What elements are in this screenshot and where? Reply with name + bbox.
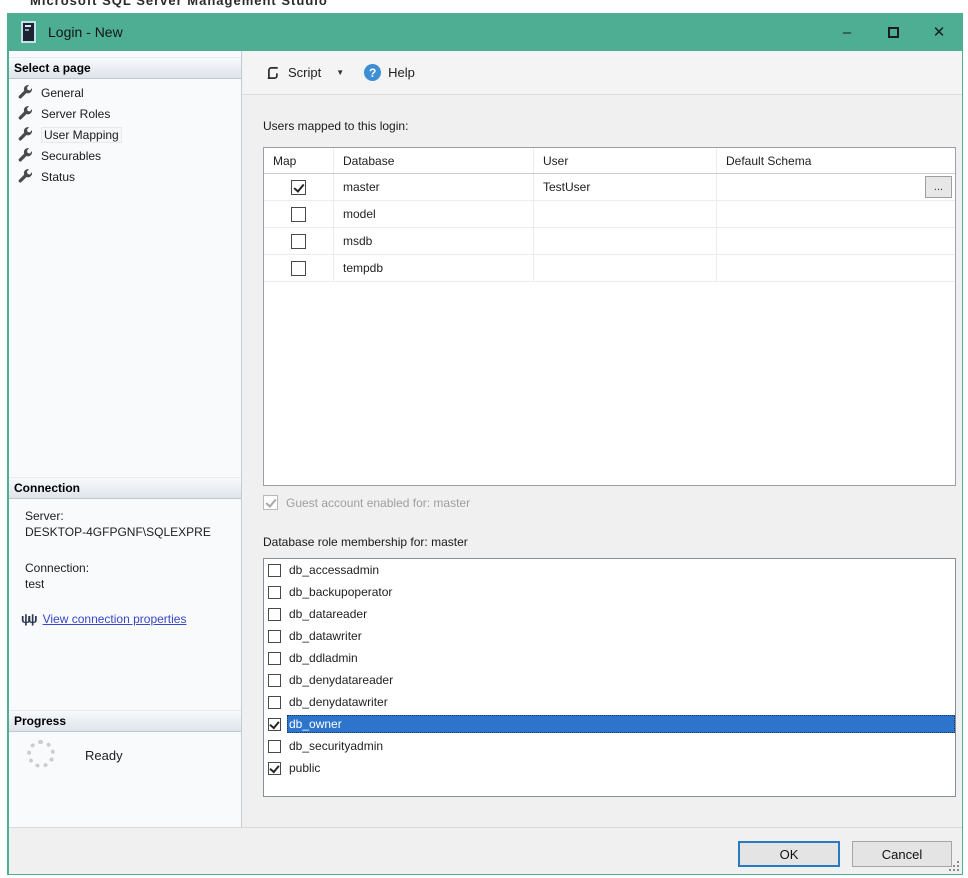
default-schema-cell[interactable]	[717, 174, 955, 200]
database-cell: tempdb	[334, 255, 534, 281]
wrench-icon	[18, 148, 33, 163]
role-checkbox[interactable]	[268, 564, 281, 577]
user-mapping-content: Users mapped to this login: Map Database…	[243, 95, 962, 827]
cancel-button[interactable]: Cancel	[852, 841, 952, 867]
help-icon: ?	[364, 64, 381, 81]
progress-status: Ready	[85, 748, 123, 763]
user-cell[interactable]	[534, 201, 717, 227]
database-cell: msdb	[334, 228, 534, 254]
server-value: DESKTOP-4GFPGNF\SQLEXPRE	[25, 525, 211, 539]
role-checkbox[interactable]	[268, 740, 281, 753]
table-row-master: master TestUser ...	[264, 174, 955, 201]
map-checkbox-master[interactable]	[291, 180, 306, 195]
connection-header: Connection	[9, 477, 241, 499]
role-checkbox[interactable]	[268, 586, 281, 599]
connection-properties-icon: ψψ	[21, 611, 35, 626]
role-item-db-datareader[interactable]: db_datareader	[264, 603, 955, 625]
browse-schema-button[interactable]: ...	[925, 176, 952, 198]
map-checkbox-tempdb[interactable]	[291, 261, 306, 276]
minimize-button[interactable]: –	[824, 13, 870, 51]
col-header-default-schema: Default Schema	[717, 148, 955, 173]
view-connection-properties-link[interactable]: View connection properties	[43, 612, 187, 626]
page-list: General Server Roles User Mapping Secura…	[9, 82, 241, 187]
database-cell: model	[334, 201, 534, 227]
sidebar-item-user-mapping[interactable]: User Mapping	[9, 124, 241, 145]
role-item-db-securityadmin[interactable]: db_securityadmin	[264, 735, 955, 757]
wrench-icon	[18, 127, 33, 142]
role-checkbox[interactable]	[268, 608, 281, 621]
table-row-tempdb: tempdb	[264, 255, 955, 282]
default-schema-cell[interactable]	[717, 201, 955, 227]
login-new-dialog: Login - New – ✕ Select a page General Se…	[7, 13, 963, 875]
close-button[interactable]: ✕	[916, 13, 962, 51]
footer: OK Cancel	[9, 827, 962, 874]
wrench-icon	[18, 106, 33, 121]
sidebar-item-server-roles[interactable]: Server Roles	[9, 103, 241, 124]
default-schema-cell[interactable]	[717, 228, 955, 254]
progress-spinner-icon	[27, 740, 55, 768]
guest-account-row: Guest account enabled for: master	[263, 495, 470, 510]
users-mapped-table: Map Database User Default Schema master …	[263, 147, 956, 486]
role-checkbox[interactable]	[268, 630, 281, 643]
role-checkbox[interactable]	[268, 696, 281, 709]
dialog-title: Login - New	[48, 24, 123, 40]
role-checkbox[interactable]	[268, 674, 281, 687]
script-icon	[265, 65, 281, 81]
role-item-db-ddladmin[interactable]: db_ddladmin	[264, 647, 955, 669]
connection-label: Connection:	[25, 561, 89, 575]
progress-header: Progress	[9, 710, 241, 732]
main-panel: Script ▼ ? Help Users mapped to this log…	[243, 51, 962, 827]
role-checkbox[interactable]	[268, 762, 281, 775]
maximize-button[interactable]	[870, 13, 916, 51]
connection-value: test	[25, 577, 44, 591]
default-schema-cell[interactable]	[717, 255, 955, 281]
table-row-msdb: msdb	[264, 228, 955, 255]
table-header-row: Map Database User Default Schema	[264, 148, 955, 174]
sidebar-item-status[interactable]: Status	[9, 166, 241, 187]
table-row-model: model	[264, 201, 955, 228]
titlebar[interactable]: Login - New – ✕	[9, 13, 962, 51]
maximize-icon	[888, 27, 899, 38]
help-button[interactable]: ? Help	[358, 60, 421, 85]
background-window-title: Microsoft SQL Server Management Studio	[0, 0, 968, 13]
script-button[interactable]: Script	[259, 61, 327, 85]
wrench-icon	[18, 169, 33, 184]
guest-account-label: Guest account enabled for: master	[286, 496, 470, 510]
guest-account-checkbox	[263, 495, 278, 510]
script-dropdown-button[interactable]: ▼	[336, 68, 344, 77]
wrench-icon	[18, 85, 33, 100]
resize-grip[interactable]	[949, 861, 959, 871]
sidebar: Select a page General Server Roles User …	[9, 51, 242, 827]
map-checkbox-model[interactable]	[291, 207, 306, 222]
role-item-db-accessadmin[interactable]: db_accessadmin	[264, 559, 955, 581]
map-checkbox-msdb[interactable]	[291, 234, 306, 249]
roles-caption: Database role membership for: master	[263, 535, 468, 549]
col-header-user: User	[534, 148, 717, 173]
server-label: Server:	[25, 509, 64, 523]
sidebar-item-general[interactable]: General	[9, 82, 241, 103]
role-item-db-backupoperator[interactable]: db_backupoperator	[264, 581, 955, 603]
toolbar: Script ▼ ? Help	[243, 51, 962, 95]
users-table-caption: Users mapped to this login:	[263, 119, 408, 133]
database-cell: master	[334, 174, 534, 200]
user-cell[interactable]	[534, 228, 717, 254]
select-a-page-header: Select a page	[9, 57, 241, 79]
database-roles-listbox: db_accessadmin db_backupoperator db_data…	[263, 558, 956, 797]
role-item-db-denydatareader[interactable]: db_denydatareader	[264, 669, 955, 691]
role-item-db-datawriter[interactable]: db_datawriter	[264, 625, 955, 647]
role-checkbox[interactable]	[268, 718, 281, 731]
ok-button[interactable]: OK	[738, 841, 840, 867]
col-header-database: Database	[334, 148, 534, 173]
role-item-public[interactable]: public	[264, 757, 955, 779]
server-app-icon	[21, 21, 36, 43]
role-item-db-denydatawriter[interactable]: db_denydatawriter	[264, 691, 955, 713]
role-checkbox[interactable]	[268, 652, 281, 665]
role-item-db-owner[interactable]: db_owner	[264, 713, 955, 735]
user-cell[interactable]: TestUser	[534, 174, 717, 200]
user-cell[interactable]	[534, 255, 717, 281]
sidebar-item-securables[interactable]: Securables	[9, 145, 241, 166]
col-header-map: Map	[264, 148, 334, 173]
